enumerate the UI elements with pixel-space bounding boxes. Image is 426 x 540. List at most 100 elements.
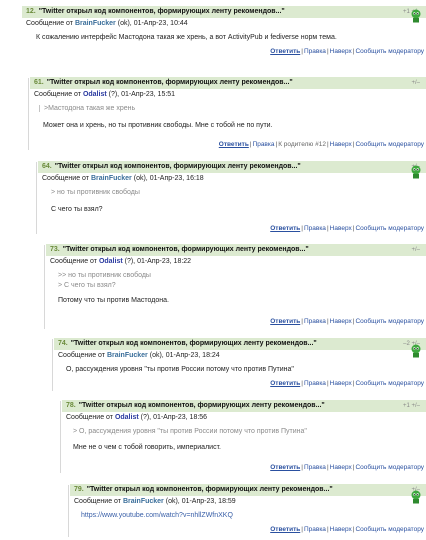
- author-link[interactable]: BrainFucker: [91, 175, 132, 182]
- thread-rule: [68, 485, 69, 537]
- comment-score[interactable]: +/–: [411, 77, 420, 89]
- comment-number[interactable]: 64.: [42, 163, 52, 170]
- reply-link[interactable]: Ответить: [270, 380, 300, 387]
- comment-header: 74. "Twitter открыл код компонентов, форм…: [54, 338, 426, 350]
- comment-actions: Ответить|Правка|Наверх|Сообщить модерато…: [270, 464, 424, 471]
- report-link[interactable]: Сообщить модератору: [355, 141, 424, 148]
- author-link[interactable]: Odalist: [83, 91, 107, 98]
- meta-prefix: Сообщение от: [34, 91, 81, 98]
- quote-text: >Мастодона такая же хрень: [39, 105, 135, 112]
- meta-prefix: Сообщение от: [26, 20, 73, 27]
- up-link[interactable]: Наверх: [330, 225, 352, 232]
- edit-link[interactable]: Правка: [304, 48, 326, 55]
- comment-title[interactable]: "Twitter открыл код компонентов, формиру…: [63, 246, 309, 253]
- edit-link[interactable]: Правка: [304, 380, 326, 387]
- meta-suffix: (?), 01-Апр-23, 18:22: [124, 258, 192, 265]
- comment-title[interactable]: "Twitter открыл код компонентов, формиру…: [79, 402, 325, 409]
- meta-prefix: Сообщение от: [42, 175, 89, 182]
- comment-meta: Сообщение от BrainFucker (ok), 01-Апр-23…: [22, 18, 426, 29]
- quote-text: > но ты противник свободы: [51, 189, 140, 196]
- comment-number[interactable]: 73.: [50, 246, 60, 253]
- report-link[interactable]: Сообщить модератору: [355, 318, 424, 325]
- author-link[interactable]: BrainFucker: [75, 20, 116, 27]
- parent-link[interactable]: К родителю #12: [278, 141, 326, 148]
- report-link[interactable]: Сообщить модератору: [355, 526, 424, 533]
- green-alien-avatar-icon: [411, 344, 421, 358]
- edit-link[interactable]: Правка: [304, 318, 326, 325]
- comment-meta: Сообщение от BrainFucker (ok), 01-Апр-23…: [38, 173, 426, 184]
- comment-title[interactable]: "Twitter открыл код компонентов, формиру…: [55, 163, 301, 170]
- up-link[interactable]: Наверх: [330, 464, 352, 471]
- edit-link[interactable]: Правка: [304, 225, 326, 232]
- comment-actions: Ответить|Правка|Наверх|Сообщить модерато…: [270, 526, 424, 533]
- up-link[interactable]: Наверх: [330, 141, 352, 148]
- comment-73: 73. "Twitter открыл код компонентов, форм…: [46, 244, 426, 330]
- quote-text: > О, рассуждения уровня "ты против Росси…: [73, 428, 307, 435]
- comment-title[interactable]: "Twitter открыл код компонентов, формиру…: [71, 340, 317, 347]
- comment-meta: Сообщение от Odalist (?), 01-Апр-23, 18:…: [62, 412, 426, 423]
- comment-12: 12. "Twitter открыл код компонентов, форм…: [22, 6, 426, 58]
- meta-suffix: (ok), 01-Апр-23, 16:18: [133, 175, 204, 182]
- author-link[interactable]: Odalist: [115, 414, 139, 421]
- up-link[interactable]: Наверх: [330, 318, 352, 325]
- edit-link[interactable]: Правка: [253, 141, 275, 148]
- reply-link[interactable]: Ответить: [270, 526, 300, 533]
- comment-number[interactable]: 74.: [58, 340, 68, 347]
- reply-link[interactable]: Ответить: [270, 48, 300, 55]
- comment-title[interactable]: "Twitter открыл код компонентов, формиру…: [39, 8, 285, 15]
- meta-prefix: Сообщение от: [58, 352, 105, 359]
- author-link[interactable]: Odalist: [99, 258, 123, 265]
- comment-number[interactable]: 61.: [34, 79, 44, 86]
- comment-actions: Ответить|Правка|Наверх|Сообщить модерато…: [270, 380, 424, 387]
- thread-rule: [44, 245, 45, 329]
- comment-number[interactable]: 78.: [66, 402, 76, 409]
- comment-64: 64. "Twitter открыл код компонентов, форм…: [38, 161, 426, 235]
- comment-header: 73. "Twitter открыл код компонентов, форм…: [46, 244, 426, 256]
- comment-title[interactable]: "Twitter открыл код компонентов, формиру…: [47, 79, 293, 86]
- meta-suffix: (ok), 01-Апр-23, 10:44: [117, 20, 188, 27]
- report-link[interactable]: Сообщить модератору: [355, 380, 424, 387]
- author-link[interactable]: BrainFucker: [123, 498, 164, 505]
- comment-61: 61. "Twitter открыл код компонентов, форм…: [30, 77, 426, 151]
- green-alien-avatar-icon: [411, 490, 421, 504]
- comment-text: Мне не о чем с тобой говорить, империали…: [73, 444, 221, 451]
- green-alien-avatar-icon: [411, 9, 421, 23]
- comment-79: 79. "Twitter открыл код компонентов, форм…: [70, 484, 426, 538]
- comment-score[interactable]: +1 +/–: [403, 400, 420, 412]
- comment-actions: Ответить|Правка|Наверх|Сообщить модерато…: [270, 225, 424, 232]
- comment-number[interactable]: 12.: [26, 8, 36, 15]
- thread-rule: [60, 401, 61, 473]
- up-link[interactable]: Наверх: [330, 526, 352, 533]
- meta-prefix: Сообщение от: [66, 414, 113, 421]
- meta-suffix: (?), 01-Апр-23, 18:56: [140, 414, 208, 421]
- comment-text: Потому что ты против Мастодона.: [58, 297, 169, 304]
- meta-suffix: (?), 01-Апр-23, 15:51: [108, 91, 176, 98]
- up-link[interactable]: Наверх: [330, 48, 352, 55]
- edit-link[interactable]: Правка: [304, 526, 326, 533]
- report-link[interactable]: Сообщить модератору: [355, 225, 424, 232]
- report-link[interactable]: Сообщить модератору: [355, 48, 424, 55]
- author-link[interactable]: BrainFucker: [107, 352, 148, 359]
- quote-text: > С чего ты взял?: [58, 282, 116, 289]
- youtube-link[interactable]: https://www.youtube.com/watch?v=nhllZWfn…: [81, 512, 233, 519]
- comment-meta: Сообщение от BrainFucker (ok), 01-Апр-23…: [54, 350, 426, 361]
- green-alien-avatar-icon: [411, 165, 421, 179]
- up-link[interactable]: Наверх: [330, 380, 352, 387]
- comment-number[interactable]: 79.: [74, 486, 84, 493]
- reply-link[interactable]: Ответить: [219, 141, 249, 148]
- thread-rule: [36, 162, 37, 234]
- reply-link[interactable]: Ответить: [270, 225, 300, 232]
- comment-title[interactable]: "Twitter открыл код компонентов, формиру…: [87, 486, 333, 493]
- reply-link[interactable]: Ответить: [270, 464, 300, 471]
- report-link[interactable]: Сообщить модератору: [355, 464, 424, 471]
- comment-score[interactable]: +/–: [411, 244, 420, 256]
- comment-header: 78. "Twitter открыл код компонентов, форм…: [62, 400, 426, 412]
- comment-74: 74. "Twitter открыл код компонентов, форм…: [54, 338, 426, 392]
- comment-header: 61. "Twitter открыл код компонентов, форм…: [30, 77, 426, 89]
- comment-actions: Ответить|Правка|Наверх|Сообщить модерато…: [270, 48, 424, 55]
- meta-prefix: Сообщение от: [50, 258, 97, 265]
- edit-link[interactable]: Правка: [304, 464, 326, 471]
- reply-link[interactable]: Ответить: [270, 318, 300, 325]
- comment-meta: Сообщение от Odalist (?), 01-Апр-23, 18:…: [46, 256, 426, 267]
- comment-text: Может она и хрень, но ты противник свобо…: [43, 122, 273, 129]
